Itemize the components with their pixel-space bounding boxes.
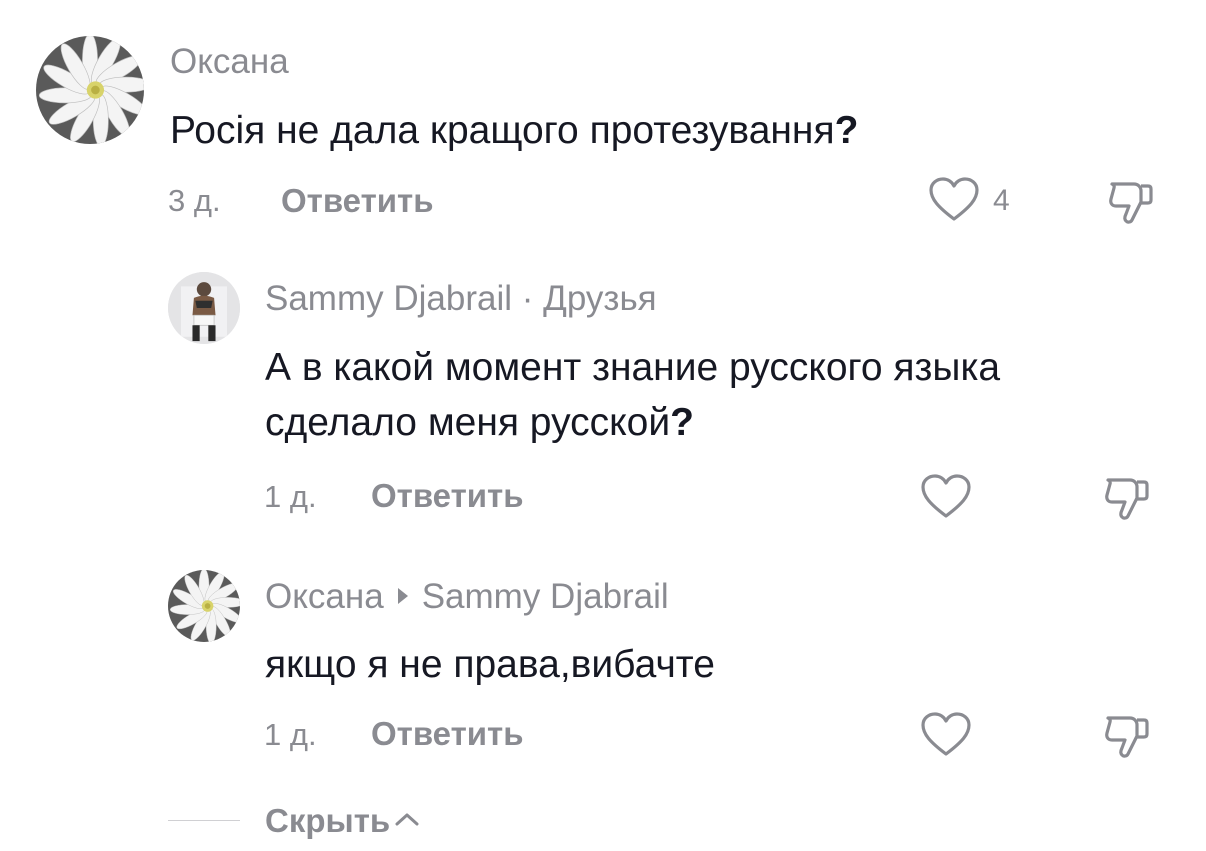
comment-text: якщо я не права,вибачте <box>265 643 715 686</box>
avatar[interactable] <box>168 272 240 344</box>
heart-icon[interactable] <box>920 474 972 520</box>
comment-text-body: Росія не дала кращого протезування <box>170 109 835 152</box>
comment-text-body: сделало меня русской <box>265 401 671 444</box>
comment-author-line: Sammy Djabrail · Друзья <box>265 279 657 319</box>
reply-button[interactable]: Ответить <box>371 477 524 515</box>
chevron-up-icon <box>395 813 419 826</box>
avatar[interactable] <box>36 36 144 144</box>
reply-arrow-icon <box>397 587 408 604</box>
replies-divider <box>168 820 240 821</box>
comment-time: 1 д. <box>264 479 317 514</box>
thumbs-down-icon[interactable] <box>1102 474 1152 522</box>
daisy-avatar-icon <box>36 36 144 144</box>
thumbs-down-icon[interactable] <box>1102 712 1152 760</box>
comment-author[interactable]: Sammy Djabrail <box>265 279 512 318</box>
thumbs-down-icon[interactable] <box>1106 178 1156 226</box>
comment-text: Росія не дала кращого протезування? <box>170 103 858 158</box>
separator-dot: · <box>521 279 534 318</box>
comment-author-line: Оксана Sammy Djabrail <box>265 577 669 617</box>
heart-icon[interactable] <box>920 712 972 758</box>
reply-to-author[interactable]: Sammy Djabrail <box>422 577 669 616</box>
daisy-avatar-icon <box>168 570 240 642</box>
like-count: 4 <box>993 184 1010 217</box>
reply-button[interactable]: Ответить <box>281 182 434 220</box>
comment-text-line: А в какой момент знание русского языка <box>265 346 1001 389</box>
comment-author[interactable]: Оксана <box>265 577 384 616</box>
hide-replies-button[interactable]: Скрыть <box>265 802 420 840</box>
comment-text-mark: ? <box>834 109 859 152</box>
avatar[interactable] <box>168 570 240 642</box>
friend-label: Друзья <box>543 279 657 318</box>
comment-time: 3 д. <box>168 183 221 218</box>
heart-icon[interactable] <box>928 177 980 223</box>
comment-text-mark: ? <box>670 401 694 444</box>
hide-replies-label: Скрыть <box>265 802 391 839</box>
comment-time: 1 д. <box>264 717 317 752</box>
comment-text: А в какой момент знание русского языка с… <box>265 340 1185 450</box>
person-avatar-icon <box>168 272 240 344</box>
comment-text-line: сделало меня русской? <box>265 395 1185 450</box>
reply-button[interactable]: Ответить <box>371 715 524 753</box>
comment-author[interactable]: Оксана <box>170 42 289 82</box>
